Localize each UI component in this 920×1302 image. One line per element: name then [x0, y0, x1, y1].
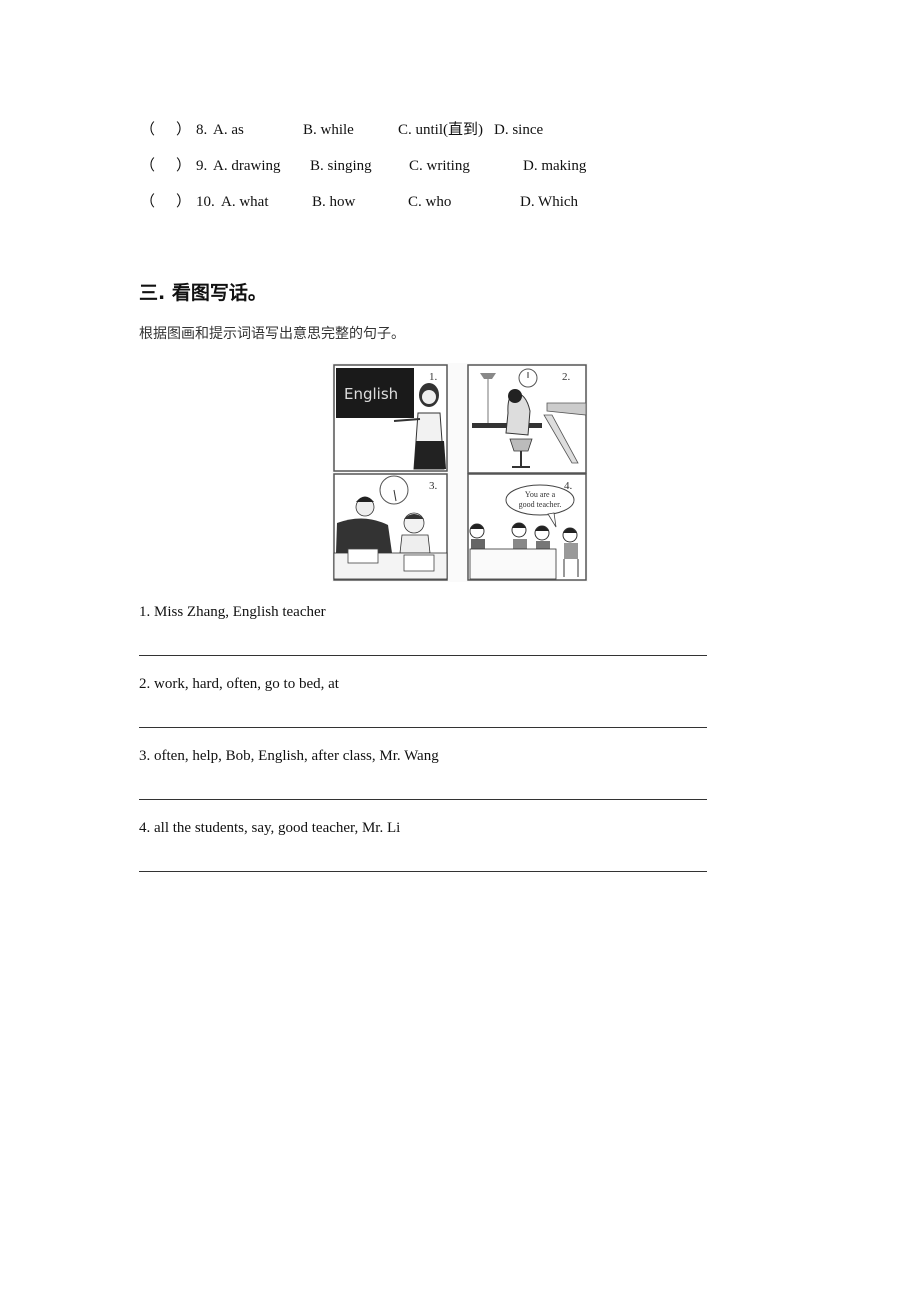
- teacher-jacket: [336, 518, 392, 553]
- comic-panel-1: English 1.: [333, 364, 448, 472]
- option-a: A. as: [213, 122, 244, 138]
- book: [347, 548, 379, 564]
- option-b: B. while: [303, 122, 354, 138]
- comic-panel-4: 4. You are a good teacher.: [467, 473, 587, 581]
- answer-paren-close: ）: [176, 194, 192, 210]
- desk: [469, 548, 557, 580]
- panel-number: 1.: [429, 371, 438, 383]
- option-c: C. writing: [409, 158, 470, 174]
- prompt-2: 2. work, hard, often, go to bed, at: [139, 676, 339, 692]
- answer-paren-close: ）: [176, 158, 192, 174]
- answer-line-3[interactable]: [139, 799, 707, 800]
- answer-paren-close: ）: [176, 122, 192, 138]
- option-b: B. how: [312, 194, 356, 210]
- option-c: C. until(直到): [398, 122, 483, 138]
- answer-line-1[interactable]: [139, 655, 707, 656]
- option-a: A. drawing: [213, 158, 281, 174]
- section-instruction: 根据图画和提示词语写出意思完整的句子。: [139, 326, 405, 342]
- speech-bubble-line2: good teacher.: [519, 500, 562, 509]
- question-number: 9.: [196, 158, 208, 174]
- teacher-face: [422, 390, 436, 404]
- option-b: B. singing: [310, 158, 372, 174]
- answer-paren-open: （: [140, 158, 156, 174]
- speech-bubble-line1: You are a: [525, 490, 556, 499]
- comic-panel-3: 3.: [333, 473, 448, 581]
- chair: [509, 438, 533, 452]
- blackboard-text: English: [344, 385, 398, 403]
- option-c: C. who: [408, 194, 452, 210]
- section-title: 三. 看图写话。: [139, 282, 267, 304]
- panel-number: 2.: [562, 371, 571, 383]
- option-d: D. since: [494, 122, 544, 138]
- comic-panel-2: 2.: [467, 364, 587, 474]
- panel-number: 3.: [429, 480, 438, 492]
- option-a: A. what: [221, 194, 269, 210]
- prompt-4: 4. all the students, say, good teacher, …: [139, 820, 401, 836]
- answer-line-2[interactable]: [139, 727, 707, 728]
- answer-line-4[interactable]: [139, 871, 707, 872]
- notebook: [403, 554, 435, 572]
- teacher-skirt: [414, 441, 446, 469]
- answer-paren-open: （: [140, 122, 156, 138]
- comic-illustration: English 1. 2. 3. 4. You are a good teach…: [332, 363, 588, 582]
- answer-paren-open: （: [140, 194, 156, 210]
- question-number: 10.: [196, 194, 215, 210]
- option-d: D. Which: [520, 194, 579, 210]
- question-number: 8.: [196, 122, 208, 138]
- option-d: D. making: [523, 158, 587, 174]
- prompt-1: 1. Miss Zhang, English teacher: [139, 604, 326, 620]
- prompt-3: 3. often, help, Bob, English, after clas…: [139, 748, 439, 764]
